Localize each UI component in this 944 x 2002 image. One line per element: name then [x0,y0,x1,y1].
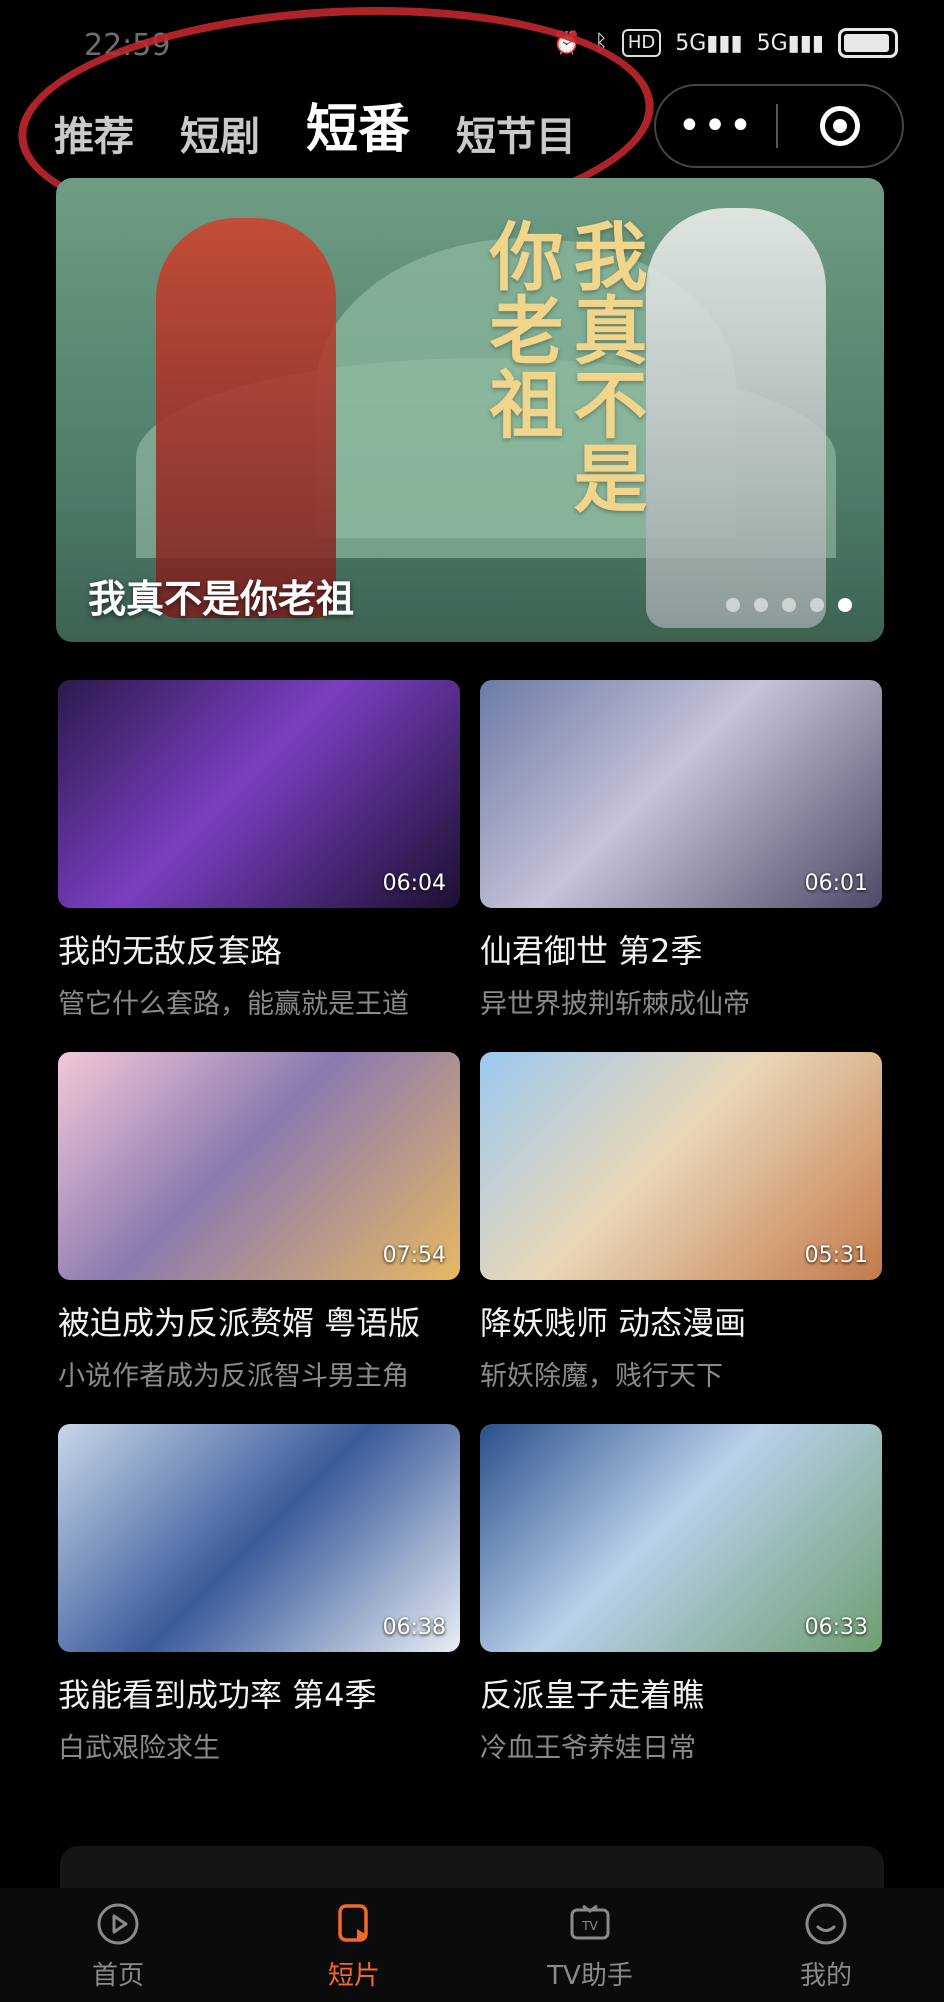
video-thumbnail[interactable]: 07:54 [58,1052,460,1280]
hero-banner[interactable]: 我真不是你老祖 我真不是你老祖 [56,178,884,642]
nav-mine-label: 我的 [799,1961,852,1991]
carousel-dot [726,598,740,612]
nav-mine[interactable]: 我的 [708,1888,944,2002]
banner-character-white [646,208,826,628]
video-subtitle: 白武艰险求生 [58,1733,220,1764]
signal-5g-icon-2: 5G▮▮▮ [756,30,824,56]
nav-home[interactable]: 首页 [0,1888,236,2002]
carousel-dot [782,598,796,612]
smile-icon [805,1903,847,1945]
video-duration: 05:31 [804,1243,868,1268]
banner-calligraphy: 我真不是你老祖 [477,218,647,514]
nav-tv-assistant-label: TV助手 [547,1961,633,1991]
svg-text:TV: TV [581,1919,598,1933]
video-duration: 06:04 [382,871,446,896]
more-dots-icon[interactable]: ••• [656,106,776,146]
miniapp-capsule: ••• [654,84,904,168]
video-subtitle: 异世界披荆斩棘成仙帝 [480,989,750,1020]
video-title[interactable]: 降妖贱师 动态漫画 [480,1298,882,1344]
carousel-dot-active [838,598,852,612]
partial-card [60,1846,884,1890]
video-subtitle: 小说作者成为反派智斗男主角 [58,1361,409,1392]
video-card[interactable]: 07:54 被迫成为反派赘婿 粤语版 小说作者成为反派智斗男主角 [58,1052,460,1393]
video-title[interactable]: 仙君御世 第2季 [480,926,882,972]
video-card[interactable]: 06:33 反派皇子走着瞧 冷血王爷养娃日常 [480,1424,882,1765]
video-card[interactable]: 06:01 仙君御世 第2季 异世界披荆斩棘成仙帝 [480,680,882,1021]
video-thumbnail[interactable]: 05:31 [480,1052,882,1280]
short-video-icon [338,1904,368,1942]
signal-5g-icon: 5G▮▮▮ [675,30,743,56]
nav-tv-assistant[interactable]: TV TV助手 [472,1888,708,2002]
nav-home-label: 首页 [91,1961,144,1991]
video-subtitle: 管它什么套路，能赢就是王道 [58,989,409,1020]
battery-icon [838,28,898,58]
nav-short-video-label: 短片 [327,1961,380,1991]
video-title[interactable]: 我能看到成功率 第4季 [58,1670,460,1716]
video-duration: 07:54 [382,1243,446,1268]
banner-character-red [156,218,336,618]
tab-short-program[interactable]: 短节目 [456,104,576,162]
video-card[interactable]: 06:38 我能看到成功率 第4季 白武艰险求生 [58,1424,460,1765]
hd-icon: HD [621,29,662,57]
top-tabs: 推荐 短剧 短番 短节目 [54,92,576,162]
tab-short-drama[interactable]: 短剧 [180,104,260,162]
video-subtitle: 斩妖除魔，贱行天下 [480,1361,723,1392]
video-duration: 06:33 [804,1615,868,1640]
video-thumbnail[interactable]: 06:01 [480,680,882,908]
bottom-nav: 首页 短片 TV TV助手 我的 [0,1888,944,2002]
carousel-dots[interactable] [726,598,852,612]
video-duration: 06:01 [804,871,868,896]
video-thumbnail[interactable]: 06:04 [58,680,460,908]
video-thumbnail[interactable]: 06:33 [480,1424,882,1652]
target-icon [820,106,860,146]
nav-short-video[interactable]: 短片 [236,1888,472,2002]
video-card[interactable]: 05:31 降妖贱师 动态漫画 斩妖除魔，贱行天下 [480,1052,882,1393]
video-duration: 06:38 [382,1615,446,1640]
tab-recommend[interactable]: 推荐 [54,104,134,162]
tv-icon: TV [570,1904,610,1940]
video-subtitle: 冷血王爷养娃日常 [480,1733,696,1764]
video-thumbnail[interactable]: 06:38 [58,1424,460,1652]
carousel-dot [810,598,824,612]
banner-title: 我真不是你老祖 [88,577,355,621]
play-icon [97,1903,139,1945]
carousel-dot [754,598,768,612]
video-card[interactable]: 06:04 我的无敌反套路 管它什么套路，能赢就是王道 [58,680,460,1021]
video-title[interactable]: 反派皇子走着瞧 [480,1670,882,1716]
close-target-button[interactable] [778,106,902,146]
video-title[interactable]: 我的无敌反套路 [58,926,460,972]
tab-short-anime[interactable]: 短番 [306,87,410,162]
video-title[interactable]: 被迫成为反派赘婿 粤语版 [58,1298,460,1344]
